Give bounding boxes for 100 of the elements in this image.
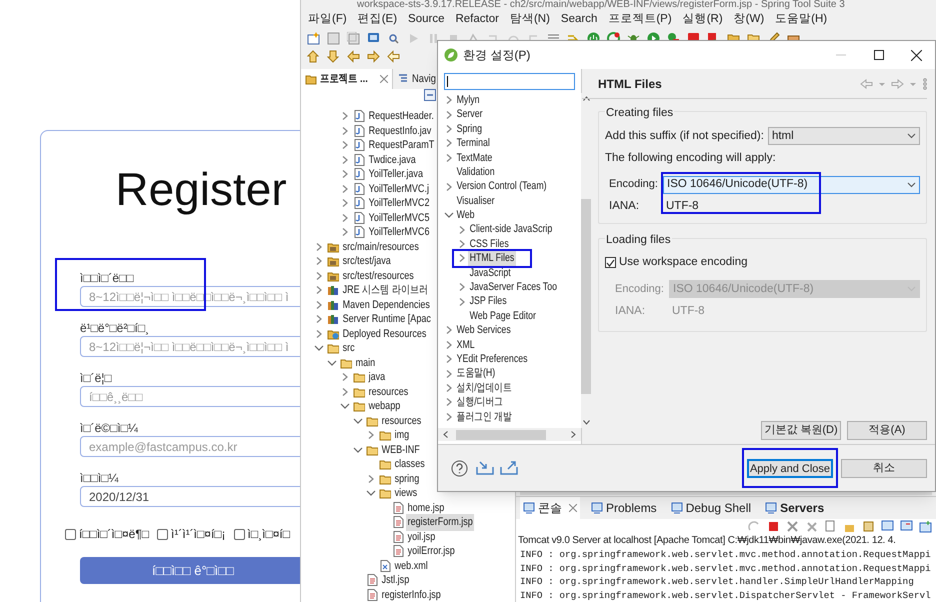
tree-item[interactable]: webapp: [367, 398, 402, 414]
tree-item[interactable]: JSP Files: [468, 293, 508, 310]
input-field[interactable]: 8~12ì□□ë¦¬ì□□ ì□□ë□□ì□□ë¬¸ì□□ì□□ ì: [80, 336, 300, 357]
encoding-dropdown[interactable]: ISO 10646/Unicode(UTF-8): [663, 176, 920, 194]
dialog-button[interactable]: 기본값 복원(D): [761, 421, 841, 440]
collapse-all-icon[interactable]: [424, 89, 436, 101]
tree-item[interactable]: 도움말(H): [455, 365, 497, 382]
menu-item[interactable]: 파일(F): [308, 11, 347, 29]
close-icon[interactable]: [911, 50, 922, 60]
scrollbar-thumb[interactable]: [581, 199, 592, 394]
tree-item[interactable]: XML: [455, 336, 476, 354]
tree-item[interactable]: src/test/resources: [341, 268, 416, 284]
right-arrow-icon[interactable]: [367, 50, 380, 62]
tree-item[interactable]: resources: [367, 384, 410, 400]
tree-item[interactable]: Web: [455, 207, 476, 224]
tree-item[interactable]: yoilError.jsp: [406, 543, 456, 560]
import-icon[interactable]: [476, 461, 494, 475]
tree-item[interactable]: java: [367, 369, 387, 386]
chevron-down-icon[interactable]: [313, 344, 325, 352]
console-error-icon[interactable]: [900, 520, 913, 533]
tree-item[interactable]: Jstl.jsp: [380, 572, 411, 588]
maximize-icon[interactable]: [874, 50, 884, 60]
tree-item[interactable]: registerInfo.jsp: [380, 586, 442, 602]
tree-item[interactable]: Terminal: [455, 135, 492, 152]
tree-item[interactable]: JRE 시스템 라이브러: [341, 282, 430, 298]
tree-item[interactable]: Server Runtime [Apac: [341, 311, 433, 328]
tree-item[interactable]: YEdit Preferences: [455, 350, 530, 368]
tree-item[interactable]: Deployed Resources: [341, 326, 428, 342]
menu-item[interactable]: 도움말(H): [775, 11, 828, 29]
tree-item[interactable]: Web Services: [455, 322, 512, 339]
tree-item[interactable]: YoilTeller.java: [367, 166, 425, 182]
menu-item[interactable]: Refactor: [455, 11, 499, 29]
tree-item[interactable]: Mylyn: [455, 92, 482, 108]
tree-item[interactable]: 실행/디버그: [455, 394, 505, 411]
tree-item[interactable]: YoilTellerMVC.j: [367, 180, 431, 197]
tree-item[interactable]: YoilTellerMVC5: [367, 210, 432, 226]
tree-item[interactable]: YoilTellerMVC6: [367, 224, 432, 240]
tree-item[interactable]: WEB-INF: [380, 442, 422, 458]
tree-item[interactable]: Twdice.java: [367, 152, 418, 168]
tree-item[interactable]: Client-side JavaScrip: [468, 221, 554, 238]
remove-all-icon[interactable]: [805, 520, 818, 533]
chevron-down-icon[interactable]: [339, 402, 351, 410]
menu-item[interactable]: Search: [560, 11, 598, 29]
pause-icon[interactable]: [427, 32, 440, 44]
filter-field[interactable]: [444, 73, 575, 90]
console-icon[interactable]: [881, 520, 894, 533]
chevron-down-icon[interactable]: [352, 416, 364, 425]
scrollbar-thumb[interactable]: [456, 430, 546, 440]
dialog-button[interactable]: 취소: [841, 458, 927, 478]
magnifier-icon[interactable]: [387, 32, 400, 44]
tree-item[interactable]: JavaServer Faces Too: [468, 279, 559, 296]
tree-item[interactable]: JavaScript: [468, 264, 512, 282]
forward-arrow-icon[interactable]: [891, 78, 919, 88]
scroll-up-icon[interactable]: [582, 96, 590, 101]
tree-item[interactable]: views: [393, 485, 419, 502]
back-arrow-icon[interactable]: [860, 78, 888, 88]
apply-and-close-button[interactable]: Apply and Close: [747, 459, 833, 478]
new-console-icon[interactable]: [919, 520, 932, 533]
tree-item[interactable]: Spring: [455, 120, 484, 138]
menu-item[interactable]: 프로젝트(P): [608, 11, 672, 29]
tree-item[interactable]: Visualiser: [455, 192, 496, 210]
tree-item[interactable]: 설치/업데이트: [455, 380, 514, 396]
more-icon[interactable]: [923, 78, 927, 90]
chevron-down-icon[interactable]: [352, 446, 364, 454]
tree-item[interactable]: RequestParamT: [367, 137, 436, 154]
stop-icon[interactable]: [767, 520, 780, 533]
tree-item[interactable]: classes: [393, 456, 426, 472]
input-field[interactable]: 2020/12/31: [80, 486, 300, 507]
console-tab[interactable]: Problems: [588, 497, 660, 519]
chevron-down-icon[interactable]: [365, 489, 377, 498]
horizontal-scrollbar[interactable]: [438, 428, 581, 441]
menu-item[interactable]: 편집(E): [358, 11, 398, 29]
console-tab[interactable]: 콘솔: [520, 497, 580, 519]
menu-item[interactable]: 실행(R): [682, 11, 723, 29]
help-icon[interactable]: [451, 460, 468, 476]
explorer-tab[interactable]: 프로젝트 ...: [301, 69, 393, 89]
upload-icon[interactable]: [307, 50, 320, 62]
tree-item[interactable]: yoil.jsp: [406, 528, 437, 545]
tree-item[interactable]: home.jsp: [406, 500, 446, 516]
tree-item[interactable]: RequestHeader.: [367, 108, 436, 124]
console-tab[interactable]: Servers: [762, 497, 828, 519]
suffix-dropdown[interactable]: html: [768, 127, 920, 146]
tree-item[interactable]: 플러그인 개발: [455, 408, 514, 426]
menu-item[interactable]: 창(W): [734, 11, 764, 29]
input-field[interactable]: í□□ê¸¸ë□□: [80, 386, 300, 407]
monitor-icon[interactable]: [367, 32, 380, 44]
tree-item[interactable]: YoilTellerMVC2: [367, 195, 432, 212]
scroll-down-icon[interactable]: [582, 420, 590, 425]
clear-icon[interactable]: [824, 520, 837, 533]
chevron-down-icon[interactable]: [443, 211, 455, 220]
scroll-right-icon[interactable]: [571, 431, 576, 438]
new-window-icon[interactable]: [307, 32, 320, 44]
tree-item[interactable]: CSS Files: [468, 236, 510, 252]
tree-item[interactable]: Maven Dependencies: [341, 296, 432, 313]
scroll-left-icon[interactable]: [443, 431, 448, 438]
chevron-down-icon[interactable]: [326, 358, 338, 367]
tree-item[interactable]: spring: [393, 470, 421, 487]
menu-item[interactable]: Source: [408, 11, 444, 29]
tree-item[interactable]: Web Page Editor: [468, 308, 538, 324]
tree-item[interactable]: src: [341, 340, 356, 356]
